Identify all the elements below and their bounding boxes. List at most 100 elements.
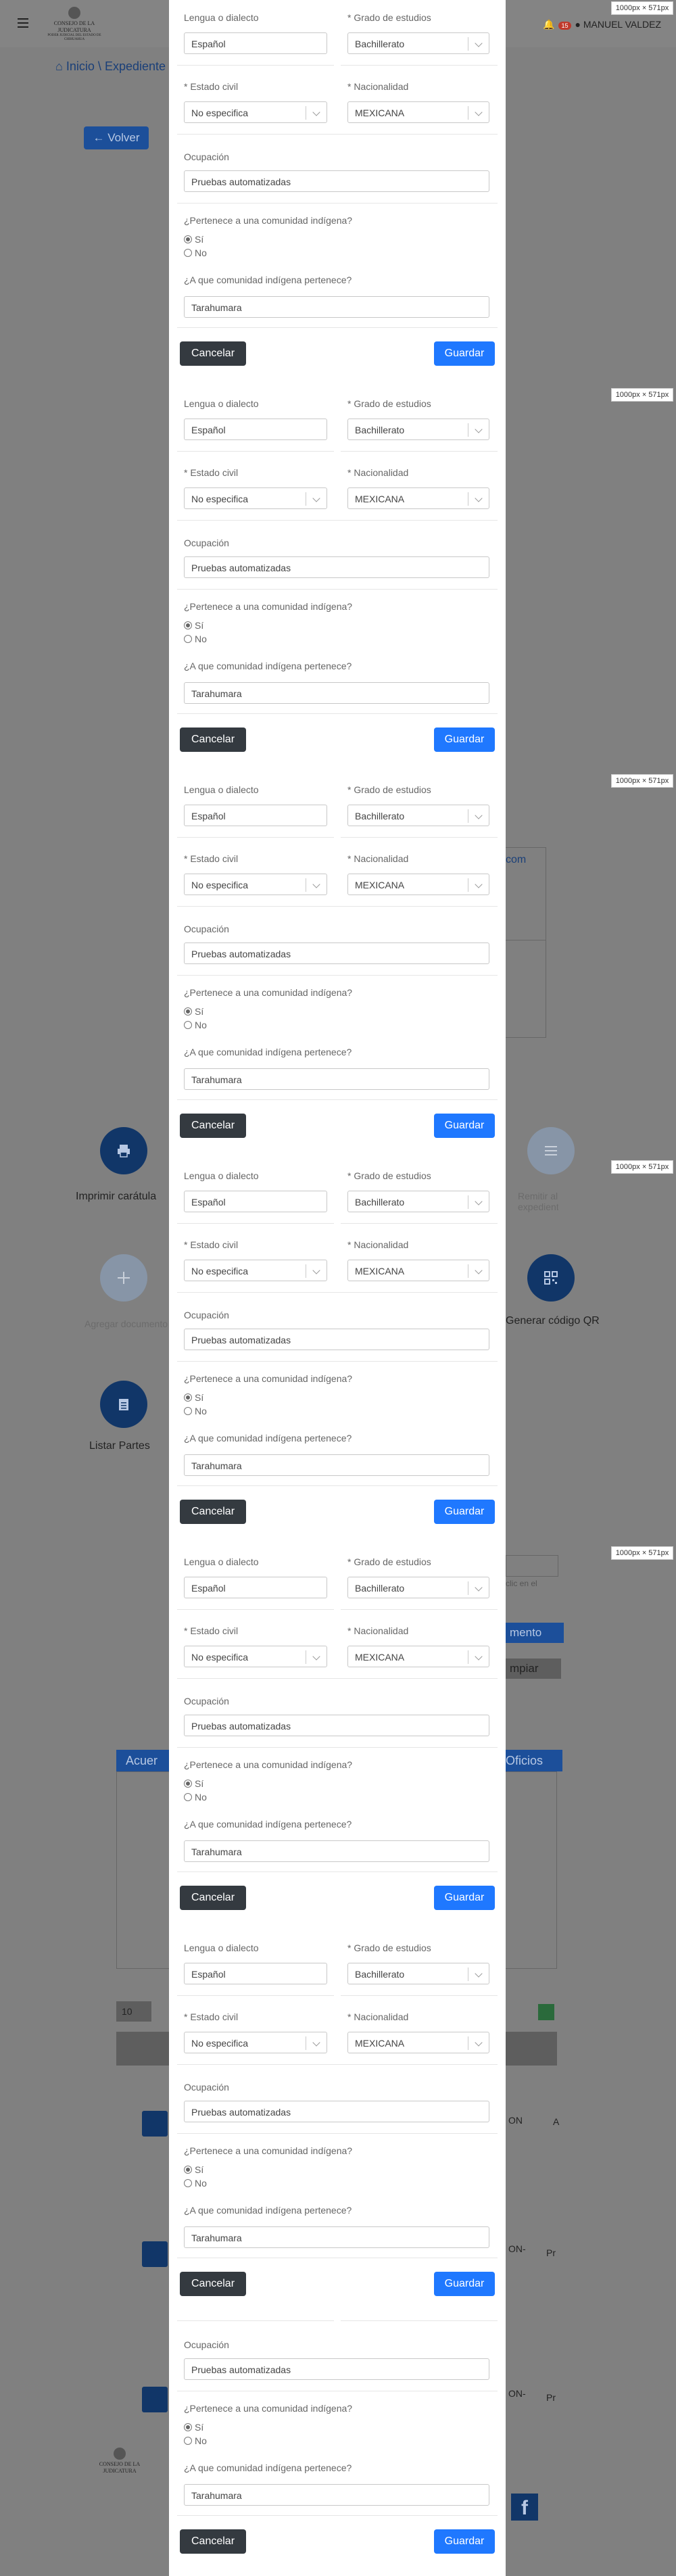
save-button[interactable]: Guardar bbox=[434, 1500, 495, 1524]
indigenous-no-radio[interactable]: No bbox=[184, 634, 207, 644]
language-field[interactable]: Español bbox=[184, 32, 327, 54]
indigenous-no-radio[interactable]: No bbox=[184, 2178, 207, 2189]
save-button[interactable]: Guardar bbox=[434, 1886, 495, 1910]
facebook-icon[interactable]: f bbox=[511, 2494, 538, 2521]
row-document-icon[interactable] bbox=[142, 2111, 168, 2137]
chevron-down-icon bbox=[312, 494, 320, 502]
language-field[interactable]: Español bbox=[184, 419, 327, 440]
cancel-button[interactable]: Cancelar bbox=[180, 728, 246, 752]
radio-checked-icon bbox=[184, 1007, 192, 1016]
education-select[interactable]: Bachillerato bbox=[347, 419, 489, 440]
user-menu[interactable]: 🔔 15 ● MANUEL VALDEZ bbox=[543, 19, 661, 30]
indigenous-yes-radio[interactable]: Sí bbox=[184, 1006, 203, 1017]
save-button[interactable]: Guardar bbox=[434, 341, 495, 366]
indigenous-no-radio[interactable]: No bbox=[184, 247, 207, 258]
civil-status-select[interactable]: No especifica bbox=[184, 1646, 327, 1667]
print-cover-label: Imprimir carátula bbox=[76, 1191, 157, 1202]
tab-oficios[interactable]: Oficios bbox=[500, 1750, 562, 1771]
indigenous-no-radio[interactable]: No bbox=[184, 1020, 207, 1030]
header-logo: CONSEJO DE LA JUDICATURA PODER JUDICIAL … bbox=[41, 7, 108, 42]
indigenous-no-radio[interactable]: No bbox=[184, 2435, 207, 2446]
person-form-section: Lengua o dialecto * Grado de estudios Espa… bbox=[169, 1930, 506, 2316]
generate-qr-button[interactable] bbox=[527, 1254, 575, 1302]
nationality-select[interactable]: MEXICANA bbox=[347, 874, 489, 895]
excel-export-button[interactable] bbox=[538, 2004, 554, 2020]
education-select[interactable]: Bachillerato bbox=[347, 1577, 489, 1598]
community-field[interactable]: Tarahumara bbox=[184, 682, 489, 704]
cancel-button[interactable]: Cancelar bbox=[180, 1114, 246, 1138]
nationality-select[interactable]: MEXICANA bbox=[347, 1260, 489, 1281]
save-button[interactable]: Guardar bbox=[434, 2529, 495, 2554]
civil-status-select[interactable]: No especifica bbox=[184, 101, 327, 123]
cancel-button[interactable]: Cancelar bbox=[180, 1500, 246, 1524]
civil-status-label: * Estado civil bbox=[184, 2011, 239, 2022]
print-cover-button[interactable] bbox=[100, 1127, 147, 1174]
row-document-icon[interactable] bbox=[142, 2241, 168, 2267]
cancel-button[interactable]: Cancelar bbox=[180, 2529, 246, 2554]
community-field[interactable]: Tarahumara bbox=[184, 2226, 489, 2248]
nationality-select[interactable]: MEXICANA bbox=[347, 1646, 489, 1667]
occupation-field[interactable]: Pruebas automatizadas bbox=[184, 943, 489, 964]
indigenous-yes-radio[interactable]: Sí bbox=[184, 1392, 203, 1403]
breadcrumb-home[interactable]: Inicio bbox=[66, 59, 95, 73]
breadcrumb-section[interactable]: Expediente bbox=[105, 59, 166, 73]
indigenous-no-radio[interactable]: No bbox=[184, 1406, 207, 1416]
bg-clear-button[interactable]: mpiar bbox=[506, 1659, 561, 1679]
bg-search-input[interactable] bbox=[506, 1555, 558, 1577]
language-field[interactable]: Español bbox=[184, 1191, 327, 1212]
bg-document-button[interactable]: mento bbox=[506, 1623, 564, 1643]
indigenous-yes-radio[interactable]: Sí bbox=[184, 234, 203, 245]
attach-button[interactable] bbox=[527, 1127, 575, 1174]
chevron-down-icon bbox=[312, 108, 320, 116]
save-button[interactable]: Guardar bbox=[434, 1114, 495, 1138]
education-select[interactable]: Bachillerato bbox=[347, 1191, 489, 1212]
occupation-field[interactable]: Pruebas automatizadas bbox=[184, 1329, 489, 1350]
list-parties-button[interactable] bbox=[100, 1381, 147, 1428]
occupation-field[interactable]: Pruebas automatizadas bbox=[184, 2101, 489, 2122]
menu-icon[interactable] bbox=[18, 18, 28, 28]
add-document-button[interactable] bbox=[100, 1254, 147, 1302]
breadcrumb: ⌂ Inicio \ Expediente bbox=[55, 59, 166, 73]
bg-input-hint: clic en el bbox=[506, 1579, 537, 1588]
indigenous-yes-radio[interactable]: Sí bbox=[184, 620, 203, 631]
civil-status-select[interactable]: No especifica bbox=[184, 2032, 327, 2053]
cancel-button[interactable]: Cancelar bbox=[180, 1886, 246, 1910]
civil-status-select[interactable]: No especifica bbox=[184, 1260, 327, 1281]
save-button[interactable]: Guardar bbox=[434, 2272, 495, 2296]
indigenous-yes-radio[interactable]: Sí bbox=[184, 2422, 203, 2433]
indigenous-yes-radio[interactable]: Sí bbox=[184, 2164, 203, 2175]
radio-unchecked-icon bbox=[184, 249, 192, 257]
row-document-icon[interactable] bbox=[142, 2387, 168, 2412]
education-select[interactable]: Bachillerato bbox=[347, 805, 489, 826]
indigenous-no-radio[interactable]: No bbox=[184, 1792, 207, 1803]
nationality-select[interactable]: MEXICANA bbox=[347, 2032, 489, 2053]
chevron-down-icon bbox=[475, 2038, 483, 2047]
per-page-select[interactable]: 10 bbox=[116, 2001, 151, 2022]
nationality-select[interactable]: MEXICANA bbox=[347, 101, 489, 123]
education-select[interactable]: Bachillerato bbox=[347, 32, 489, 54]
save-button[interactable]: Guardar bbox=[434, 728, 495, 752]
community-field[interactable]: Tarahumara bbox=[184, 1840, 489, 1862]
education-select[interactable]: Bachillerato bbox=[347, 1963, 489, 1984]
civil-status-select[interactable]: No especifica bbox=[184, 487, 327, 509]
community-field[interactable]: Tarahumara bbox=[184, 1068, 489, 1090]
indigenous-yes-radio[interactable]: Sí bbox=[184, 1778, 203, 1789]
cancel-button[interactable]: Cancelar bbox=[180, 341, 246, 366]
community-field[interactable]: Tarahumara bbox=[184, 1454, 489, 1476]
community-field[interactable]: Tarahumara bbox=[184, 2484, 489, 2506]
language-field[interactable]: Español bbox=[184, 805, 327, 826]
language-field[interactable]: Español bbox=[184, 1963, 327, 1984]
language-field[interactable]: Español bbox=[184, 1577, 327, 1598]
bell-icon[interactable]: 🔔 bbox=[543, 19, 554, 30]
occupation-field[interactable]: Pruebas automatizadas bbox=[184, 1715, 489, 1736]
occupation-field[interactable]: Pruebas automatizadas bbox=[184, 170, 489, 192]
indigenous-question: ¿Pertenece a una comunidad indígena? bbox=[184, 601, 353, 612]
community-field[interactable]: Tarahumara bbox=[184, 296, 489, 318]
bg-link-fragment[interactable]: com bbox=[506, 854, 526, 866]
occupation-field[interactable]: Pruebas automatizadas bbox=[184, 2358, 489, 2380]
back-button[interactable]: ← Volver bbox=[84, 126, 149, 149]
occupation-field[interactable]: Pruebas automatizadas bbox=[184, 556, 489, 578]
cancel-button[interactable]: Cancelar bbox=[180, 2272, 246, 2296]
civil-status-select[interactable]: No especifica bbox=[184, 874, 327, 895]
nationality-select[interactable]: MEXICANA bbox=[347, 487, 489, 509]
